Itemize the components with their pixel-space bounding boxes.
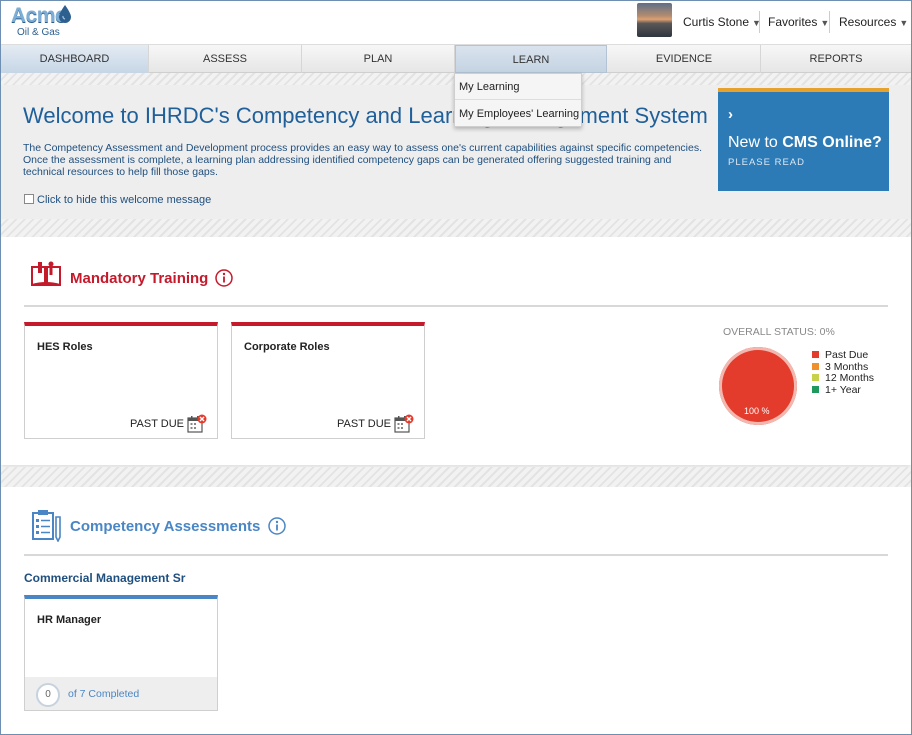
section-title: Mandatory Training bbox=[70, 270, 209, 287]
status-label: PAST DUE bbox=[130, 418, 184, 430]
card-title: HR Manager bbox=[37, 614, 102, 626]
logo-subtitle: Oil & Gas bbox=[17, 27, 60, 38]
menu-separator bbox=[759, 11, 760, 33]
completed-count-label: of 7 Completed bbox=[68, 688, 140, 700]
cms-title-prefix: New to bbox=[728, 134, 783, 151]
pie-percentage-label: 100 % bbox=[744, 406, 770, 416]
cms-title-bold: CMS Online? bbox=[782, 134, 882, 151]
chevron-down-icon: ▼ bbox=[899, 18, 909, 28]
info-icon[interactable] bbox=[268, 517, 286, 535]
calendar-overdue-icon bbox=[187, 414, 207, 433]
card-title: HES Roles bbox=[37, 341, 93, 353]
overall-status-label: OVERALL STATUS: 0% bbox=[723, 326, 835, 338]
cms-banner-title: New to CMS Online? bbox=[728, 134, 882, 152]
hide-welcome-label: Click to hide this welcome message bbox=[37, 194, 212, 206]
nav-assess[interactable]: ASSESS bbox=[149, 45, 302, 73]
welcome-title: Welcome to IHRDC's Competency and Learni… bbox=[23, 103, 708, 128]
user-name: Curtis Stone bbox=[683, 15, 750, 29]
info-icon[interactable] bbox=[215, 269, 233, 287]
user-menu[interactable]: Curtis Stone ▼ bbox=[683, 15, 761, 29]
decorative-stripe bbox=[1, 467, 911, 487]
legend-label: 12 Months bbox=[825, 372, 875, 384]
decorative-stripe bbox=[1, 219, 911, 237]
legend-label: Past Due bbox=[825, 349, 869, 361]
assessment-progress: 0 of 7 Completed bbox=[24, 677, 218, 711]
welcome-body: The Competency Assessment and Developmen… bbox=[23, 142, 703, 178]
section-divider bbox=[24, 305, 888, 307]
avatar[interactable] bbox=[637, 3, 672, 37]
training-book-icon bbox=[31, 261, 61, 286]
section-divider bbox=[24, 554, 888, 556]
nav-dashboard[interactable]: DASHBOARD bbox=[1, 45, 149, 73]
legend-swatch bbox=[812, 385, 819, 393]
hide-welcome-checkbox[interactable]: Click to hide this welcome message bbox=[24, 194, 211, 206]
section-title: Competency Assessments bbox=[70, 518, 261, 535]
legend-swatch bbox=[812, 351, 819, 358]
menu-item-my-employees-learning[interactable]: My Employees' Learning bbox=[455, 101, 581, 127]
resources-menu[interactable]: Resources ▼ bbox=[839, 15, 908, 29]
clipboard-icon bbox=[32, 510, 61, 542]
nav-evidence[interactable]: EVIDENCE bbox=[608, 45, 761, 73]
legend-swatch bbox=[812, 374, 819, 381]
oil-drop-icon bbox=[59, 5, 71, 23]
chevron-right-icon: › bbox=[728, 106, 733, 123]
assessment-card-hr-manager[interactable]: HR Manager bbox=[24, 595, 218, 678]
training-card-corporate-roles[interactable]: Corporate Roles PAST DUE bbox=[231, 322, 425, 439]
cms-online-banner[interactable]: › New to CMS Online? PLEASE READ bbox=[718, 88, 889, 191]
menu-item-my-learning[interactable]: My Learning bbox=[455, 74, 581, 100]
legend-item: 1+ Year bbox=[812, 383, 874, 397]
cms-banner-subtitle: PLEASE READ bbox=[728, 157, 805, 168]
legend-label: 3 Months bbox=[825, 360, 869, 373]
app-frame: Acme Oil & Gas Curtis Stone ▼ Favorites ▼ … bbox=[0, 0, 912, 735]
status-legend: Past Due 3 Months 12 Months 1+ Year bbox=[812, 349, 875, 397]
nav-reports[interactable]: REPORTS bbox=[761, 45, 911, 73]
training-card-hes-roles[interactable]: HES Roles PAST DUE bbox=[24, 322, 218, 439]
progress-ring: 0 bbox=[36, 683, 60, 707]
nav-plan[interactable]: PLAN bbox=[302, 45, 455, 73]
legend-label: 1+ Year bbox=[825, 383, 861, 396]
company-logo[interactable]: Acme Oil & Gas bbox=[11, 4, 71, 42]
top-bar: Acme Oil & Gas Curtis Stone ▼ Favorites ▼ … bbox=[1, 1, 911, 44]
competency-group-title: Commercial Management Sr bbox=[24, 571, 186, 585]
chevron-down-icon: ▼ bbox=[820, 18, 830, 28]
checkbox-icon[interactable] bbox=[24, 194, 34, 204]
favorites-menu[interactable]: Favorites ▼ bbox=[768, 15, 829, 29]
calendar-overdue-icon bbox=[394, 414, 414, 433]
nav-learn[interactable]: LEARN bbox=[455, 45, 607, 73]
legend-swatch bbox=[812, 362, 819, 370]
status-label: PAST DUE bbox=[337, 418, 391, 430]
main-nav: DASHBOARD ASSESS PLAN LEARN EVIDENCE REP… bbox=[1, 44, 911, 73]
menu-separator bbox=[829, 11, 830, 33]
favorites-label: Favorites bbox=[768, 15, 818, 29]
resources-label: Resources bbox=[839, 15, 897, 29]
card-title: Corporate Roles bbox=[244, 341, 330, 353]
learn-dropdown-menu: My Learning My Employees' Learning bbox=[454, 73, 582, 127]
